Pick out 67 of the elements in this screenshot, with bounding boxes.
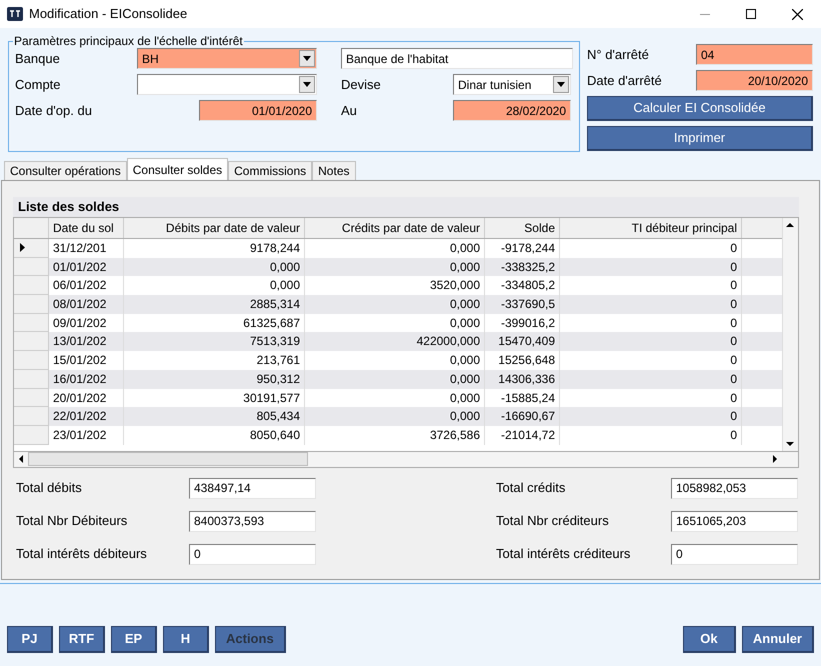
total-field[interactable]: 8400373,593 [189, 510, 316, 532]
column-header[interactable]: Solde [485, 218, 560, 238]
field-label: Compte [15, 76, 62, 94]
total-field[interactable]: 0 [671, 544, 798, 565]
tab[interactable]: Consulter soldes [126, 158, 228, 180]
action-button[interactable]: EP [111, 626, 157, 653]
column-header[interactable]: TI débiteur principal [560, 218, 742, 238]
vertical-scrollbar[interactable] [782, 218, 798, 451]
action-button[interactable]: Annuler [742, 626, 814, 653]
total-field[interactable]: 0 [189, 544, 316, 565]
column-header[interactable]: Crédits par date de valeur [305, 218, 485, 238]
field-label: Date d'arrêté [587, 72, 662, 90]
app-logo-icon [7, 7, 23, 21]
current-row-icon [20, 243, 25, 252]
start-date-field[interactable]: 01/01/2020 [199, 100, 317, 121]
field-label: Devise [341, 76, 382, 94]
maximize-icon[interactable] [746, 9, 756, 19]
closing-number-field[interactable]: 04 [696, 44, 813, 65]
column-header[interactable]: Débits par date de valeur [124, 218, 305, 238]
action-button[interactable]: H [163, 626, 209, 653]
table-cell: -21014,72 [485, 426, 560, 445]
table-cell: 0 [560, 426, 742, 445]
action-button[interactable]: RTF [59, 626, 105, 653]
total-field[interactable]: 438497,14 [189, 478, 316, 499]
field-label: N° d'arrêté [587, 46, 649, 64]
field-label: Total intérêts créditeurs [496, 545, 632, 564]
field-label: Total intérêts débiteurs [16, 545, 148, 564]
tab[interactable]: Consulter opérations [4, 161, 127, 180]
field-label: Total Nbr Débiteurs [16, 512, 128, 530]
action-button[interactable]: Calculer EI Consolidée [587, 96, 813, 121]
total-field[interactable]: 1058982,053 [671, 478, 798, 499]
grid-title: Liste des soldes [17, 198, 120, 216]
field-label: Total débits [16, 479, 83, 498]
field-label: Total crédits [496, 479, 566, 498]
table-row[interactable]: 09/01/202 61325,687 0,000 -399016,2 0 [14, 314, 782, 332]
tab[interactable]: Commissions [228, 161, 312, 180]
row-header[interactable] [14, 239, 49, 258]
total-field[interactable]: 1651065,203 [671, 510, 798, 532]
group-title: Paramètres principaux de l'échelle d'intérêt [13, 33, 244, 50]
field-label: Date d'op. du [15, 102, 93, 120]
table-cell: 3726,586 [305, 426, 485, 445]
table-row[interactable]: 08/01/202 2885,314 0,000 -337690,5 0 [14, 295, 782, 314]
table-cell: 8050,640 [124, 426, 305, 445]
account-dropdown[interactable] [137, 74, 317, 95]
table-row[interactable]: 22/01/202 805,434 0,000 -16690,67 0 [14, 407, 782, 426]
field-label: Banque [15, 50, 61, 68]
table-row[interactable]: 20/01/202 30191,577 0,000 -15885,24 0 [14, 388, 782, 408]
tab[interactable]: Notes [312, 161, 356, 180]
closing-date-field[interactable]: 20/10/2020 [696, 70, 813, 91]
bank-dropdown[interactable]: BH [137, 48, 317, 69]
close-icon[interactable] [792, 8, 803, 20]
action-button[interactable]: Imprimer [587, 126, 813, 151]
table-row[interactable]: 13/01/202 7513,319 422000,000 15470,409 0 [14, 332, 782, 352]
table-cell: 23/01/202 [49, 426, 124, 445]
table-row[interactable]: 16/01/202 950,312 0,000 14306,336 0 [14, 370, 782, 388]
column-header[interactable]: Date du sol [49, 218, 124, 238]
scroll-thumb[interactable] [28, 452, 308, 466]
window-title: Modification - EIConsolidee [29, 5, 188, 24]
horizontal-scrollbar[interactable] [13, 452, 799, 468]
action-button[interactable]: Ok [682, 626, 736, 653]
end-date-field[interactable]: 28/02/2020 [453, 100, 571, 121]
currency-dropdown[interactable]: Dinar tunisien [453, 74, 571, 95]
table-row[interactable]: 01/01/202 0,000 0,000 -338325,2 0 [14, 258, 782, 276]
bank-name-field[interactable]: Banque de l'habitat [341, 48, 573, 69]
field-label: Total Nbr créditeurs [496, 512, 610, 530]
field-label: Au [341, 102, 358, 120]
action-button[interactable]: PJ [7, 626, 53, 653]
